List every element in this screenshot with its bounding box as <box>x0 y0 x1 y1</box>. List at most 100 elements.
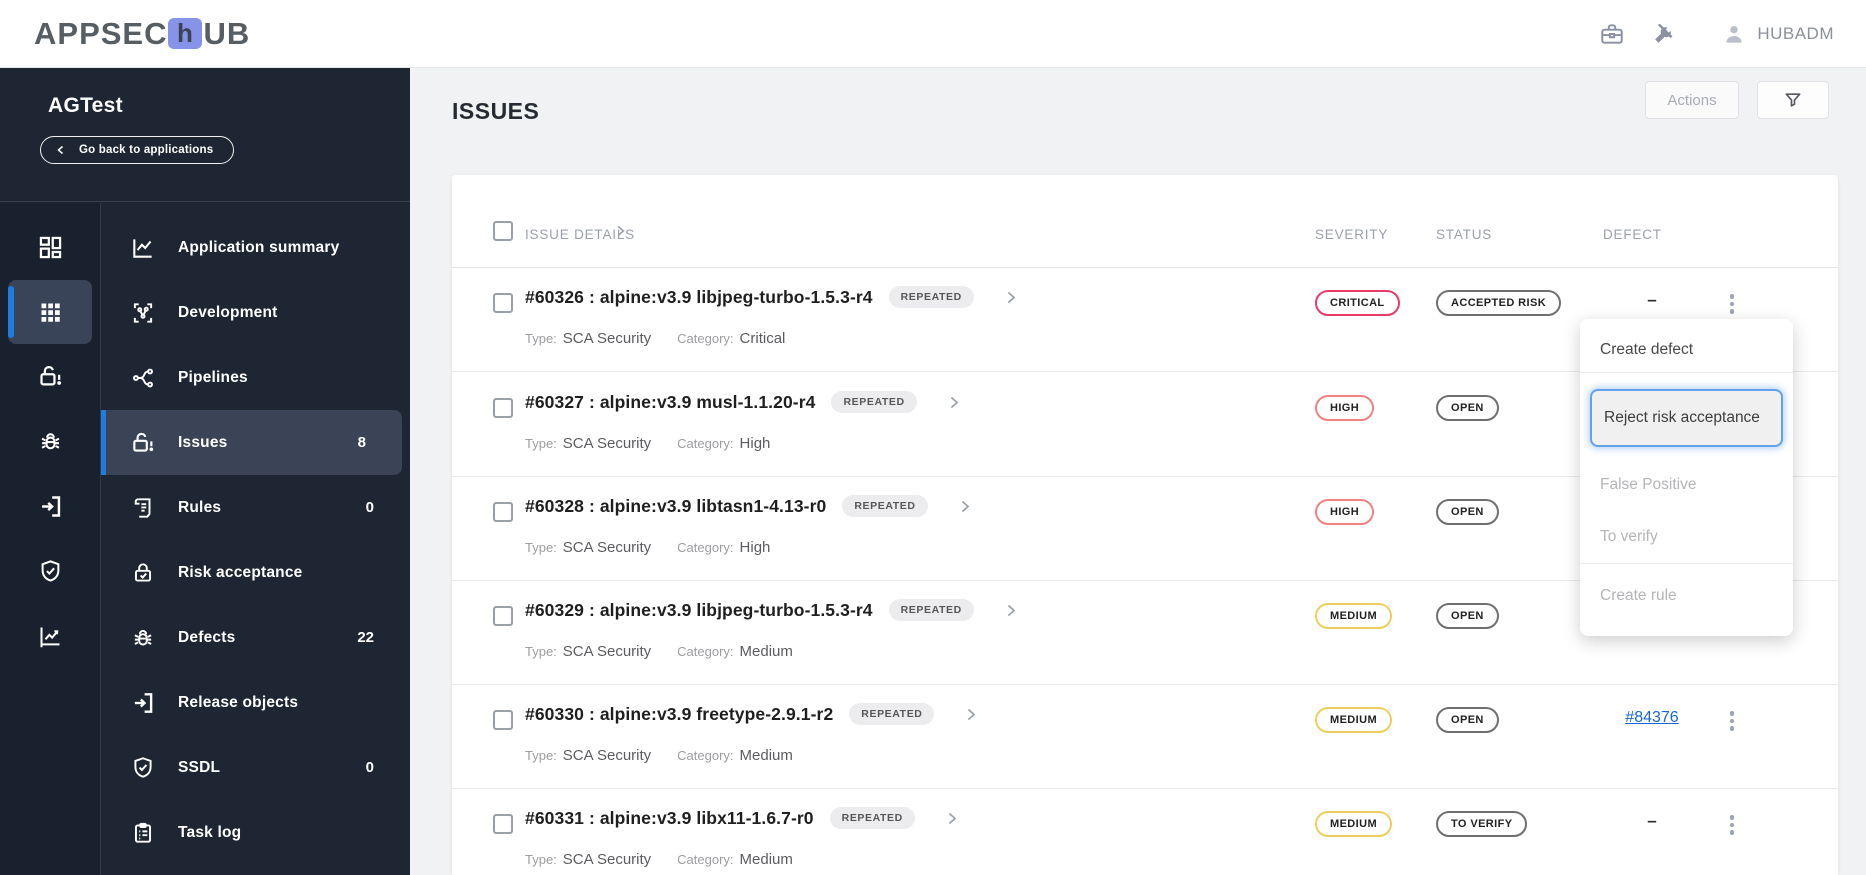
chevron-right-icon <box>1007 291 1016 303</box>
sidebar-item-ssdl[interactable]: SSDL 0 <box>101 735 410 800</box>
application-name: AGTest <box>48 94 123 117</box>
row-checkbox[interactable] <box>493 293 513 313</box>
sidebar-item-defects[interactable]: Defects 22 <box>101 605 410 670</box>
issue-meta: Type: SCA Security Category: Critical <box>525 330 785 347</box>
expand-row-chevron[interactable] <box>1002 602 1019 619</box>
unlock-alert-icon <box>39 365 61 386</box>
sidebar-item-count: 8 <box>357 434 366 451</box>
sidebar-item-label: Defects <box>178 628 236 646</box>
type-label: Type: <box>525 331 557 346</box>
user-avatar-icon <box>1726 25 1742 43</box>
sidebar-item-task-log[interactable]: Task log <box>101 800 410 865</box>
rail-item-dashboard[interactable] <box>0 215 100 280</box>
category-label: Category: <box>677 540 734 555</box>
rail-item-analytics[interactable] <box>0 604 100 669</box>
type-label: Type: <box>525 540 557 555</box>
sidebar-item-application-summary[interactable]: Application summary <box>101 215 410 280</box>
type-value: SCA Security <box>562 330 652 347</box>
logo-text-right: UB <box>203 15 251 51</box>
category-value: Medium <box>739 643 793 660</box>
sidebar-item-development[interactable]: Development <box>101 280 410 345</box>
chevron-right-icon <box>968 708 976 720</box>
sidebar-item-label: Release objects <box>178 693 299 711</box>
expand-row-chevron[interactable] <box>956 498 973 515</box>
row-menu-button[interactable] <box>1717 290 1747 318</box>
table-row: #60331 : alpine:v3.9 libx11-1.6.7-r0 REP… <box>452 789 1838 875</box>
issue-meta: Type: SCA Security Category: Medium <box>525 643 793 660</box>
row-menu-button[interactable] <box>1717 811 1747 839</box>
issue-title[interactable]: #60330 : alpine:v3.9 freetype-2.9.1-r2 <box>525 704 833 725</box>
expand-row-chevron[interactable] <box>962 706 979 723</box>
category-label: Category: <box>677 748 734 763</box>
grid-icon <box>41 303 60 322</box>
issue-title[interactable]: #60327 : alpine:v3.9 musl-1.1.20-r4 <box>525 392 815 413</box>
sidebar-menu: Application summary Development Pipeline… <box>101 203 410 875</box>
app-logo: APPSEC h UB <box>34 16 250 52</box>
exit-door-icon <box>41 496 60 517</box>
sidebar-item-issues[interactable]: Issues 8 <box>101 410 402 475</box>
sidebar-item-pipelines[interactable]: Pipelines <box>101 345 410 410</box>
severity-badge: CRITICAL <box>1315 290 1400 316</box>
menu-divider <box>1580 372 1793 373</box>
chart-icon <box>39 627 59 648</box>
expand-all-chevron[interactable] <box>612 223 628 244</box>
row-checkbox[interactable] <box>493 502 513 522</box>
go-back-button[interactable]: Go back to applications <box>40 136 235 164</box>
issue-title[interactable]: #60329 : alpine:v3.9 libjpeg-turbo-1.5.3… <box>525 600 873 621</box>
row-menu-button[interactable] <box>1717 707 1747 735</box>
sidebar-item-label: Task log <box>178 823 242 841</box>
menu-item-reject-risk-acceptance[interactable]: Reject risk acceptance <box>1590 389 1783 447</box>
sidebar-item-release-objects[interactable]: Release objects <box>101 670 410 735</box>
chevron-right-icon <box>948 812 957 824</box>
type-label: Type: <box>525 748 557 763</box>
clipboard-list-icon <box>134 822 152 843</box>
issue-title[interactable]: #60331 : alpine:v3.9 libx11-1.6.7-r0 <box>525 808 814 829</box>
chevron-right-icon <box>950 396 959 408</box>
tools-icon[interactable] <box>1651 21 1677 47</box>
column-header-status: STATUS <box>1436 227 1493 242</box>
rail-item-issues[interactable] <box>0 344 100 409</box>
actions-button[interactable]: Actions <box>1645 81 1739 119</box>
top-bar: APPSEC h UB HUBADM <box>0 0 1866 68</box>
severity-badge: MEDIUM <box>1315 811 1393 837</box>
sidebar-item-risk-acceptance[interactable]: Risk acceptance <box>101 540 410 605</box>
shield-check-icon <box>134 756 152 778</box>
expand-row-chevron[interactable] <box>943 810 960 827</box>
menu-item-create-defect[interactable]: Create defect <box>1580 327 1793 372</box>
filter-button[interactable] <box>1757 81 1829 119</box>
category-label: Category: <box>677 852 734 867</box>
rail-item-release-objects[interactable] <box>0 474 100 539</box>
icon-rail <box>0 203 101 875</box>
repeated-badge: REPEATED <box>888 599 974 621</box>
sidebar-item-label: Development <box>178 303 278 321</box>
sidebar-item-count: 0 <box>365 759 374 776</box>
logo-h-tile: h <box>168 18 203 49</box>
expand-row-chevron[interactable] <box>1002 289 1019 306</box>
row-checkbox[interactable] <box>493 814 513 834</box>
rail-item-defects[interactable] <box>0 409 100 474</box>
user-menu[interactable]: HUBADM <box>1721 21 1834 47</box>
sidebar-item-rules[interactable]: Rules 0 <box>101 475 410 540</box>
select-all-checkbox[interactable] <box>493 221 513 241</box>
sidebar-item-count: 0 <box>365 499 374 516</box>
expand-row-chevron[interactable] <box>945 394 962 411</box>
chevron-left-icon <box>57 145 63 155</box>
issue-title[interactable]: #60326 : alpine:v3.9 libjpeg-turbo-1.5.3… <box>525 287 873 308</box>
username: HUBADM <box>1757 23 1834 43</box>
row-checkbox[interactable] <box>493 398 513 418</box>
sidebar-header: AGTest Go back to applications <box>0 68 410 202</box>
rail-item-ssdl[interactable] <box>0 539 100 604</box>
category-label: Category: <box>677 436 734 451</box>
row-checkbox[interactable] <box>493 606 513 626</box>
briefcase-icon[interactable] <box>1599 21 1625 47</box>
defect-cell: – <box>1647 290 1657 309</box>
type-value: SCA Security <box>562 851 652 868</box>
issue-title[interactable]: #60328 : alpine:v3.9 libtasn1-4.13-r0 <box>525 496 826 517</box>
category-value: Medium <box>739 851 793 868</box>
sidebar-item-label: Pipelines <box>178 368 248 386</box>
row-checkbox[interactable] <box>493 710 513 730</box>
sidebar-item-count: 22 <box>357 629 374 646</box>
sidebar-item-label: Issues <box>178 433 228 451</box>
rail-item-apps-selected[interactable] <box>8 280 92 344</box>
defect-link[interactable]: #84376 <box>1625 709 1678 726</box>
